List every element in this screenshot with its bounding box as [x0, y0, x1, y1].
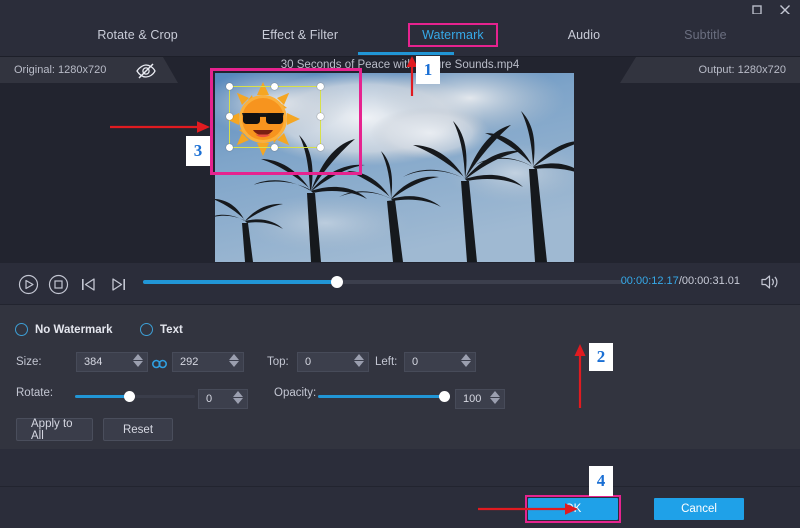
- rotate-slider-fill: [75, 395, 129, 398]
- rotate-label: Rotate:: [16, 387, 53, 399]
- annotation-number-3: 3: [186, 136, 210, 166]
- no-watermark-label: No Watermark: [35, 324, 113, 336]
- tab-effect-filter[interactable]: Effect & Filter: [248, 23, 352, 47]
- current-time: 00:00:12.17: [621, 275, 679, 287]
- opacity-arrows[interactable]: [490, 391, 500, 404]
- top-value: 0: [298, 356, 311, 368]
- size-width-arrows[interactable]: [133, 354, 143, 367]
- annotation-arrow-2: [573, 344, 587, 408]
- chevron-down-icon[interactable]: [490, 398, 500, 404]
- resize-handle-middle-right[interactable]: [317, 113, 324, 120]
- tab-watermark[interactable]: Watermark: [408, 23, 498, 47]
- resize-handle-bottom-center[interactable]: [271, 144, 278, 151]
- left-value: 0: [405, 356, 418, 368]
- chain-link-icon[interactable]: [152, 357, 167, 369]
- chevron-down-icon[interactable]: [461, 361, 471, 367]
- rotate-arrows[interactable]: [233, 391, 243, 404]
- resize-handle-bottom-left[interactable]: [226, 144, 233, 151]
- annotation-number-4: 4: [589, 466, 613, 496]
- watermark-selection-box[interactable]: [229, 86, 321, 148]
- next-frame-icon[interactable]: [108, 274, 129, 295]
- size-width-value: 384: [77, 356, 102, 368]
- chevron-up-icon[interactable]: [461, 354, 471, 360]
- rotate-slider-handle[interactable]: [124, 391, 135, 402]
- text-watermark-option[interactable]: Text: [140, 323, 183, 336]
- tab-audio[interactable]: Audio: [554, 23, 614, 47]
- chevron-up-icon[interactable]: [229, 354, 239, 360]
- seek-bar[interactable]: [143, 280, 623, 284]
- left-stepper[interactable]: 0: [404, 352, 476, 372]
- resize-handle-middle-left[interactable]: [226, 113, 233, 120]
- tab-subtitle[interactable]: Subtitle: [670, 23, 741, 47]
- top-arrows[interactable]: [354, 354, 364, 367]
- text-watermark-radio[interactable]: [140, 323, 153, 336]
- reset-button[interactable]: Reset: [103, 418, 173, 441]
- size-height-value: 292: [173, 356, 198, 368]
- chevron-down-icon[interactable]: [229, 361, 239, 367]
- video-editor-window: Rotate & Crop Effect & Filter Watermark …: [0, 0, 800, 528]
- size-height-arrows[interactable]: [229, 354, 239, 367]
- resize-handle-top-center[interactable]: [271, 83, 278, 90]
- resize-handle-bottom-right[interactable]: [317, 144, 324, 151]
- rotate-slider[interactable]: [75, 395, 195, 398]
- top-stepper[interactable]: 0: [297, 352, 369, 372]
- no-watermark-option[interactable]: No Watermark: [15, 323, 113, 336]
- resize-handle-top-right[interactable]: [317, 83, 324, 90]
- opacity-slider-fill: [318, 395, 450, 398]
- annotation-arrow-4: [478, 502, 578, 516]
- annotation-number-1: 1: [416, 56, 440, 84]
- chevron-up-icon[interactable]: [354, 354, 364, 360]
- play-icon[interactable]: [18, 274, 39, 295]
- chevron-down-icon[interactable]: [354, 361, 364, 367]
- opacity-value: 100: [456, 393, 481, 405]
- annotation-arrow-3: [110, 120, 210, 134]
- volume-icon[interactable]: [760, 273, 780, 291]
- opacity-slider[interactable]: [318, 395, 450, 398]
- footer-divider: [0, 486, 800, 487]
- tab-rotate-crop[interactable]: Rotate & Crop: [83, 23, 192, 47]
- seek-bar-handle[interactable]: [331, 276, 343, 288]
- editor-tabs: Rotate & Crop Effect & Filter Watermark …: [0, 14, 800, 56]
- chevron-up-icon[interactable]: [133, 354, 143, 360]
- size-height-stepper[interactable]: 292: [172, 352, 244, 372]
- left-label: Left:: [375, 356, 397, 368]
- left-arrows[interactable]: [461, 354, 471, 367]
- watermark-settings-panel: No Watermark Text Image ner-time-emoji-p…: [0, 304, 800, 449]
- rotate-value: 0: [199, 393, 212, 405]
- size-width-stepper[interactable]: 384: [76, 352, 148, 372]
- chevron-down-icon[interactable]: [133, 361, 143, 367]
- time-display: 00:00:12.17/00:00:31.01: [621, 275, 740, 287]
- chevron-down-icon[interactable]: [233, 398, 243, 404]
- playback-controls: [18, 274, 129, 295]
- apply-to-all-button[interactable]: Apply to All: [16, 418, 93, 441]
- top-label: Top:: [267, 356, 289, 368]
- opacity-stepper[interactable]: 100: [455, 389, 505, 409]
- cancel-button[interactable]: Cancel: [654, 498, 744, 520]
- title-bar: [0, 0, 800, 14]
- no-watermark-radio[interactable]: [15, 323, 28, 336]
- size-label: Size:: [16, 356, 42, 368]
- chevron-up-icon[interactable]: [490, 391, 500, 397]
- annotation-number-2: 2: [589, 343, 613, 371]
- resize-handle-top-left[interactable]: [226, 83, 233, 90]
- previous-frame-icon[interactable]: [78, 274, 99, 295]
- active-tab-underline: [358, 52, 454, 55]
- stop-icon[interactable]: [48, 274, 69, 295]
- seek-bar-fill: [143, 280, 337, 284]
- video-title: 30 Seconds of Peace with Nature Sounds.m…: [0, 57, 800, 73]
- rotate-stepper[interactable]: 0: [198, 389, 248, 409]
- opacity-slider-handle[interactable]: [439, 391, 450, 402]
- eye-slash-icon[interactable]: [135, 62, 157, 80]
- text-watermark-label: Text: [160, 324, 183, 336]
- opacity-label: Opacity:: [274, 387, 316, 399]
- total-time: 00:00:31.01: [682, 275, 740, 287]
- chevron-up-icon[interactable]: [233, 391, 243, 397]
